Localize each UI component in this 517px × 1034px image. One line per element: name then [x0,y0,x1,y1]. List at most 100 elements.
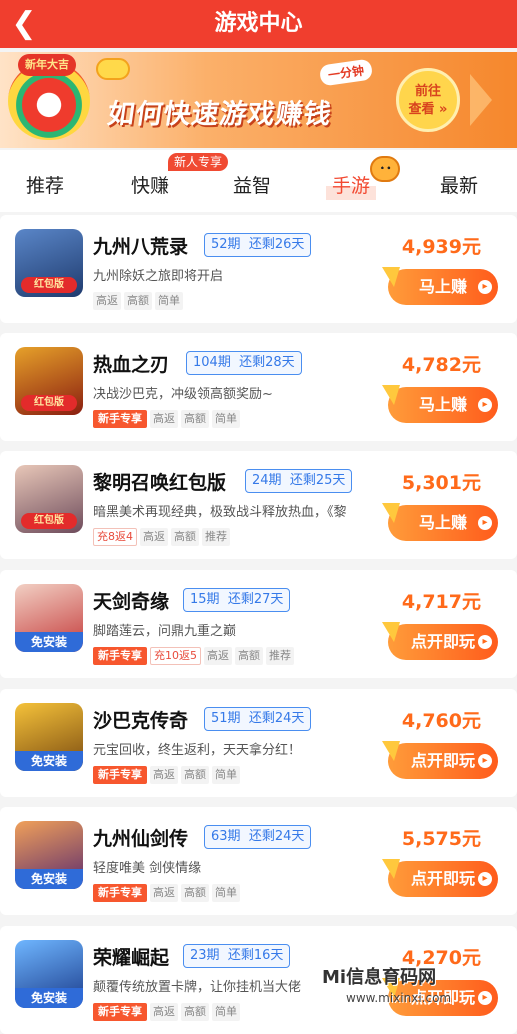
feature-tag: 简单 [212,766,240,784]
banner-cta-button[interactable]: 前往 查看 » [396,68,460,132]
reward-amount: 4,939元 [401,236,481,258]
feature-tag: 高额 [235,647,263,665]
game-card[interactable]: 红包版 黎明召唤红包版 24期 还剩25天暗黑美术再现经典，极致战斗释放热血，《黎充… [0,451,517,559]
arrow-right-icon: ▸ [478,280,492,294]
period-badge: 51期 还剩24天 [204,707,312,731]
arrow-right-icon: ▸ [478,635,492,649]
lightning-icon [382,741,400,761]
recharge-refund-tag: 充8返4 [93,528,137,546]
game-icon[interactable]: 免安装 [15,584,83,652]
arrow-right-icon: ▸ [478,872,492,886]
game-icon[interactable]: 免安装 [15,703,83,771]
banner-arrow-decoration [470,74,492,126]
game-icon-label: 红包版 [21,277,77,293]
feature-tag: 高返 [150,410,178,428]
period-badge: 15期 还剩27天 [183,588,291,612]
feature-tag: 简单 [155,292,183,310]
arrow-right-icon: ▸ [478,516,492,530]
feature-tag: 高返 [93,292,121,310]
game-icon[interactable]: 免安装 [15,821,83,889]
new-user-badge: 新人专享 [168,153,229,171]
game-name[interactable]: 九州八荒录 [93,232,188,259]
game-icon-label: 红包版 [21,395,77,411]
play-button[interactable]: 马上赚 ▸ [382,385,498,423]
banner-headline: 如何快速游戏赚钱 [105,99,334,130]
game-icon-label: 免安装 [15,751,83,771]
feature-tag: 推荐 [202,528,230,546]
game-description: 九州除妖之旅即将开启 [93,269,224,284]
game-name[interactable]: 黎明召唤红包版 [93,468,226,495]
game-name[interactable]: 沙巴克传奇 [93,706,188,733]
reward-amount: 4,782元 [401,354,481,376]
feature-tag: 高额 [181,410,209,428]
feature-tag: 高返 [150,766,178,784]
game-description: 轻度唯美 剑侠情缘 [93,861,202,876]
game-tags: 新手专享 高返 高额 简单 [93,763,243,784]
game-icon-label: 免安装 [15,869,83,889]
game-icon-label: 免安装 [15,988,83,1008]
game-name[interactable]: 荣耀崛起 [93,943,169,970]
play-button[interactable]: 点开即玩 ▸ [382,859,498,897]
game-tags: 新手专享 充10返5 高返 高额 推荐 [93,644,297,665]
lightning-icon [382,503,400,523]
game-card[interactable]: 红包版 热血之刃 104期 还剩28天决战沙巴克，冲级领高额奖励~ 新手专享 高返 高额简… [0,333,517,441]
lightning-icon [382,385,400,405]
novice-tag: 新手专享 [93,766,147,784]
feature-tag: 简单 [212,410,240,428]
tab-recommend[interactable]: 推荐 [26,172,64,200]
novice-tag: 新手专享 [93,1003,147,1021]
novice-tag: 新手专享 [93,884,147,902]
game-description: 决战沙巴克，冲级领高额奖励~ [93,387,273,402]
lightning-icon [382,622,400,642]
game-icon[interactable]: 红包版 [15,347,83,415]
game-card[interactable]: 免安装 九州仙剑传 63期 还剩24天 轻度唯美 剑侠情缘 新手专享 高返 高额 简单 5,57… [0,807,517,915]
game-card[interactable]: 免安装 沙巴克传奇 51期 还剩24天元宝回收，终生返利，天天拿分红！ 新手专享 高返高… [0,689,517,797]
game-icon[interactable]: 免安装 [15,940,83,1008]
game-name[interactable]: 九州仙剑传 [93,824,188,851]
tab-latest[interactable]: 最新 [440,172,478,200]
play-button[interactable]: 马上赚 ▸ [382,503,498,541]
lightning-icon [382,267,400,287]
play-button[interactable]: 点开即玩 ▸ [382,622,498,660]
game-icon[interactable]: 红包版 [15,229,83,297]
watermark: Mi信息育码网 www.mixinxi.com [322,967,452,1006]
promo-banner[interactable]: 新年大吉 一分钟 如何快速游戏赚钱 前往 查看 » [0,52,517,148]
game-tags: 高返 高额 简单 [93,289,186,310]
game-card[interactable]: 免安装 天剑奇缘 15期 还剩27天脚踏莲云，问鼎九重之巅新手专享 充10返5 高返 高额… [0,570,517,678]
feature-tag: 高额 [181,766,209,784]
period-badge: 24期 还剩25天 [245,469,353,493]
feature-tag: 高返 [150,1003,178,1021]
feature-tag: 简单 [212,884,240,902]
period-badge: 104期 还剩28天 [186,351,302,375]
game-name[interactable]: 天剑奇缘 [93,587,169,614]
period-badge: 23期 还剩16天 [183,944,291,968]
feature-tag: 高返 [140,528,168,546]
arrow-right-icon: ▸ [478,754,492,768]
game-tags: 新手专享 高返 高额 简单 [93,407,243,428]
game-icon-label: 免安装 [15,632,83,652]
period-badge: 52期 还剩26天 [204,233,312,257]
game-tags: 新手专享 高返 高额 简单 [93,1000,243,1021]
banner-tag: 一分钟 [318,58,374,87]
tab-puzzle[interactable]: 益智 [233,172,271,200]
tiger-icon [370,156,400,182]
game-name[interactable]: 热血之刃 [93,350,169,377]
game-description: 暗黑美术再现经典，极致战斗释放热血，《黎 [93,505,347,520]
feature-tag: 高返 [150,884,178,902]
reward-amount: 5,301元 [401,472,481,494]
feature-tag: 推荐 [266,647,294,665]
tab-quick-earn[interactable]: 快赚 [131,172,169,200]
feature-tag: 高额 [171,528,199,546]
game-description: 元宝回收，终生返利，天天拿分红！ [93,743,302,758]
game-description: 脚踏莲云，问鼎九重之巅 [93,624,237,639]
tab-mobile-games[interactable]: 手游 [326,172,377,200]
game-icon[interactable]: 红包版 [15,465,83,533]
reward-amount: 4,717元 [401,591,481,613]
category-tabs: 推荐 新人专享 快赚 益智 手游 最新 [0,150,517,212]
feature-tag: 高额 [181,1003,209,1021]
game-card[interactable]: 红包版 九州八荒录 52期 还剩26天 九州除妖之旅即将开启 高返 高额 简单 4,939元马… [0,215,517,323]
play-button[interactable]: 马上赚 ▸ [382,267,498,305]
play-button[interactable]: 点开即玩 ▸ [382,741,498,779]
feature-tag: 高额 [124,292,152,310]
game-tags: 新手专享 高返 高额 简单 [93,881,243,902]
